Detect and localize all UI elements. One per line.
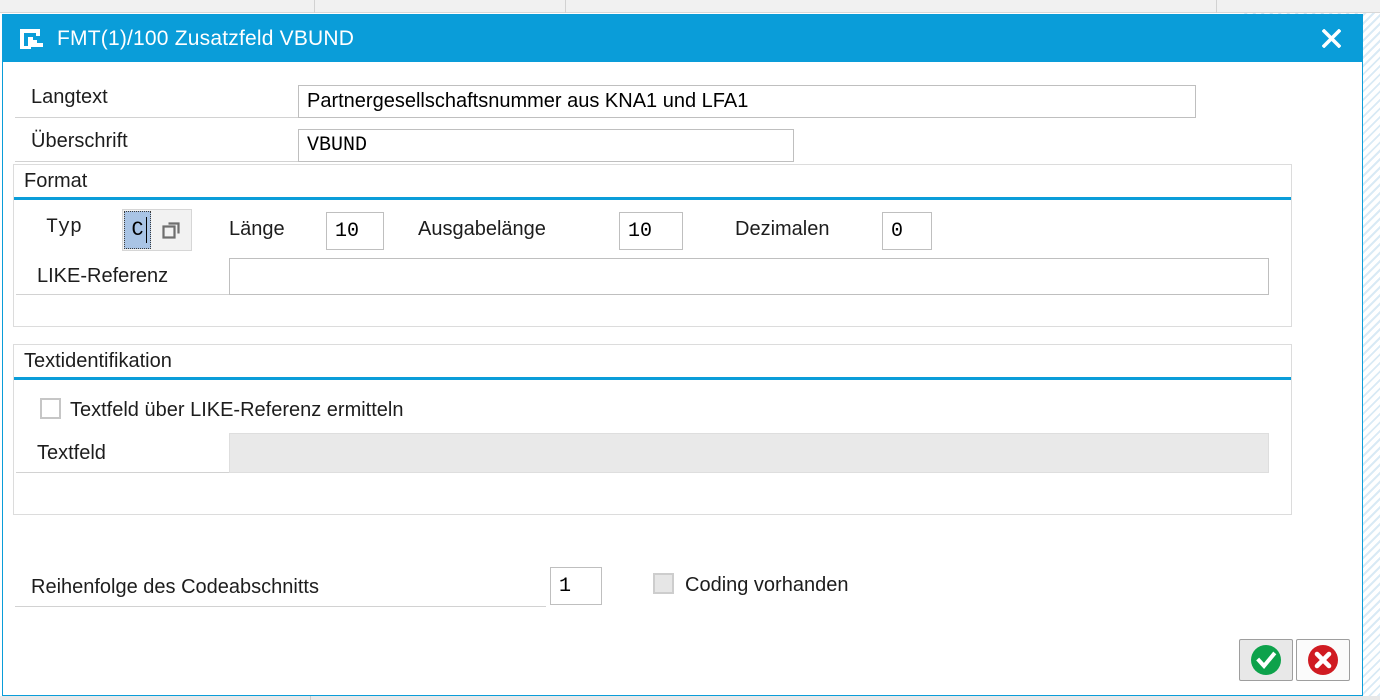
textfeld-like-checkbox[interactable] bbox=[40, 398, 61, 419]
like-referenz-label: LIKE-Referenz bbox=[16, 258, 229, 295]
dezimalen-input[interactable] bbox=[882, 212, 932, 250]
textidentifikation-group-rule bbox=[14, 377, 1291, 380]
ausgabelaenge-input[interactable] bbox=[619, 212, 683, 250]
close-x-icon[interactable] bbox=[1316, 24, 1346, 54]
typ-value[interactable]: C bbox=[124, 211, 151, 249]
background-column-divider bbox=[314, 0, 315, 13]
laenge-label: Länge bbox=[229, 218, 285, 241]
zusatzfeld-dialog: FMT(1)/100 Zusatzfeld VBUND Langtext Übe… bbox=[2, 14, 1363, 696]
background-column-divider bbox=[310, 696, 311, 700]
ueberschrift-input[interactable] bbox=[298, 129, 794, 162]
format-group-title: Format bbox=[24, 170, 87, 193]
ueberschrift-label: Überschrift bbox=[15, 121, 298, 162]
reihenfolge-input[interactable] bbox=[550, 567, 602, 605]
coding-vorhanden-label: Coding vorhanden bbox=[685, 574, 848, 597]
background-column-divider bbox=[565, 0, 566, 13]
ausgabelaenge-label: Ausgabelänge bbox=[418, 218, 546, 241]
format-groupbox: Format Typ C Länge Ausgabelänge Dezimale… bbox=[13, 164, 1292, 327]
typ-combobox[interactable]: C bbox=[122, 209, 192, 251]
reihenfolge-label: Reihenfolge des Codeabschnitts bbox=[15, 567, 546, 607]
dialog-window-icon bbox=[19, 28, 45, 50]
green-check-circle-icon bbox=[1249, 643, 1283, 677]
background-table-header bbox=[0, 0, 1380, 13]
background-bottom-strip bbox=[0, 696, 1380, 700]
background-column-divider bbox=[1216, 0, 1217, 13]
value-list-icon[interactable] bbox=[152, 210, 190, 250]
langtext-label: Langtext bbox=[15, 77, 298, 118]
dialog-title: FMT(1)/100 Zusatzfeld VBUND bbox=[57, 27, 354, 51]
laenge-input[interactable] bbox=[326, 212, 384, 250]
cancel-button[interactable] bbox=[1296, 639, 1350, 681]
textfeld-like-checkbox-label: Textfeld über LIKE-Referenz ermitteln bbox=[70, 399, 404, 422]
typ-label: Typ bbox=[46, 216, 82, 239]
format-group-rule bbox=[14, 197, 1291, 200]
textidentifikation-group-title: Textidentifikation bbox=[24, 350, 172, 373]
textfeld-input-disabled bbox=[229, 433, 1269, 473]
like-referenz-input[interactable] bbox=[229, 258, 1269, 295]
dialog-titlebar: FMT(1)/100 Zusatzfeld VBUND bbox=[3, 15, 1362, 62]
confirm-button[interactable] bbox=[1239, 639, 1293, 681]
langtext-input[interactable] bbox=[298, 85, 1196, 118]
dezimalen-label: Dezimalen bbox=[735, 218, 829, 241]
red-cross-circle-icon bbox=[1306, 643, 1340, 677]
textfeld-label: Textfeld bbox=[16, 433, 229, 473]
textidentifikation-groupbox: Textidentifikation Textfeld über LIKE-Re… bbox=[13, 344, 1292, 515]
coding-vorhanden-checkbox bbox=[653, 573, 674, 594]
